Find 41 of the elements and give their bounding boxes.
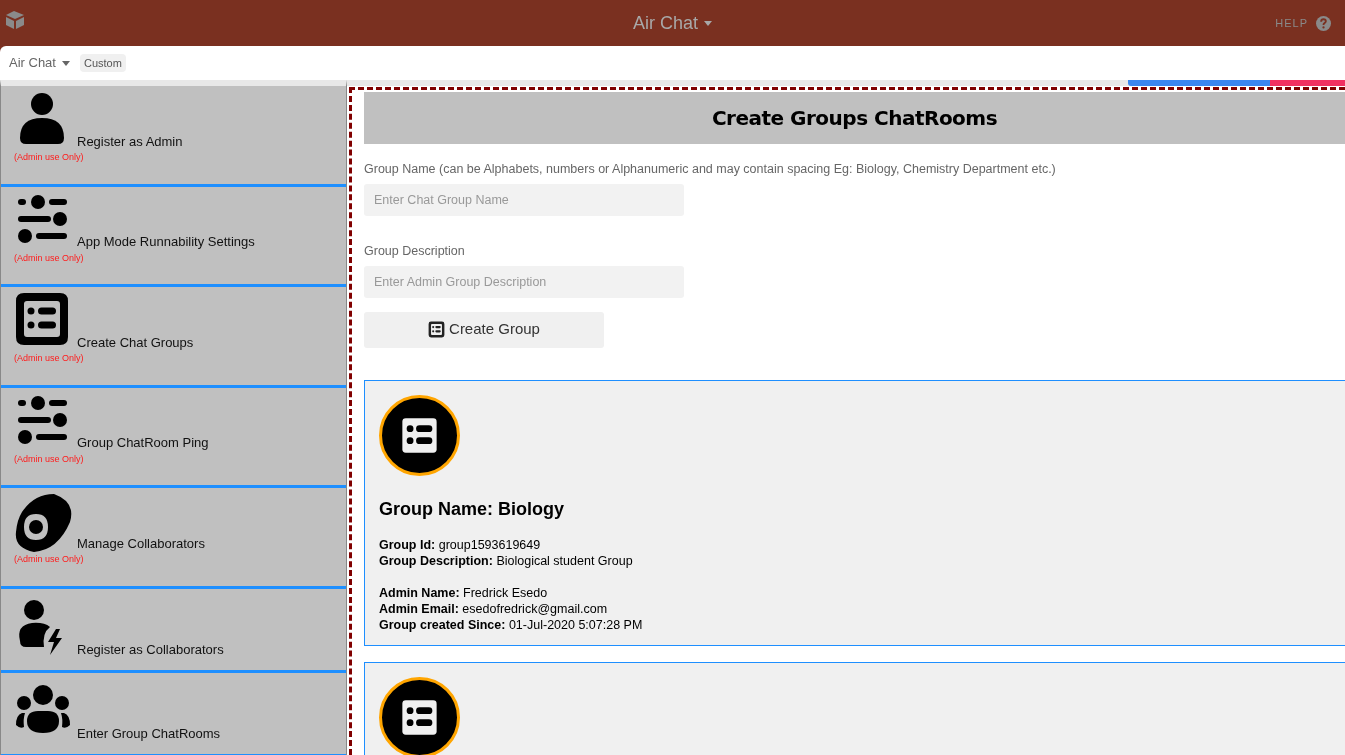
- admin-note: (Admin use Only): [14, 352, 84, 365]
- toggle-icon: [14, 492, 74, 552]
- sidebar-item[interactable]: Manage Collaborators (Admin use Only): [1, 488, 346, 589]
- caret-icon: [61, 60, 70, 66]
- sidebar-item-label: App Mode Runnability Settings: [77, 233, 255, 251]
- app-title-menu[interactable]: Air Chat: [633, 9, 712, 37]
- sidebar-item[interactable]: Enter Group ChatRooms: [1, 672, 346, 755]
- admin-note: (Admin use Only): [14, 452, 84, 466]
- sidebar-item-label: Group ChatRoom Ping: [77, 434, 209, 452]
- sidebar-item-label: Manage Collaborators: [77, 534, 205, 553]
- page-heading: Create Groups ChatRooms: [364, 92, 1345, 144]
- field-label: Group Name (can be Alphabets, numbers or Alphanumeric and may contain spacing Eg: Biology, Chemistry Department etc.): [364, 161, 1056, 178]
- help-icon[interactable]: [1316, 15, 1331, 31]
- field-label: Group Description: [364, 242, 465, 260]
- list-icon: [428, 321, 446, 338]
- sidebar-item-label: Register as Admin: [77, 132, 183, 151]
- sidebar-item-label: Create Chat Groups: [77, 333, 194, 352]
- sidebar-item[interactable]: Create Chat Groups (Admin use Only): [1, 287, 346, 388]
- sidebar-item-label: Enter Group ChatRooms: [77, 725, 221, 743]
- sidebar-item[interactable]: Register as Collaborators: [1, 588, 346, 673]
- detail-line: Group created Since: 01-Jul-2020 5:07:28 PM: [379, 616, 643, 633]
- custom-tag: Custom: [79, 53, 126, 73]
- admin-note: (Admin use Only): [14, 251, 84, 265]
- box-logo-icon: [4, 10, 26, 30]
- detail-line: Group Description: Biological student Group: [379, 552, 633, 569]
- app-name-dropdown[interactable]: Air Chat: [9, 53, 70, 73]
- detail-line: Admin Name: Fredrick Esedo: [379, 584, 548, 601]
- detail-line: Admin Email: esedofredrick@gmail.com: [379, 600, 608, 617]
- admin-note: (Admin use Only): [14, 151, 84, 164]
- group-name: Group Name: Biology: [379, 497, 564, 521]
- create-group-button[interactable]: Create Group: [364, 311, 604, 348]
- sidebar-item-label: Register as Collaborators: [77, 641, 224, 659]
- group-avatar-icon: [379, 394, 460, 476]
- text-field[interactable]: Enter Admin Group Description: [364, 265, 684, 298]
- sidebar-item[interactable]: Group ChatRoom Ping (Admin use Only): [1, 387, 346, 488]
- detail-line: Group Id: group1593619649: [379, 536, 541, 553]
- text-field[interactable]: Enter Chat Group Name: [364, 183, 684, 216]
- caret-icon: [704, 20, 712, 26]
- sidebar-item[interactable]: Register as Admin (Admin use Only): [1, 86, 346, 187]
- admin-note: (Admin use Only): [14, 553, 84, 566]
- sidebar-item[interactable]: App Mode Runnability Settings (Admin use Only): [1, 186, 346, 287]
